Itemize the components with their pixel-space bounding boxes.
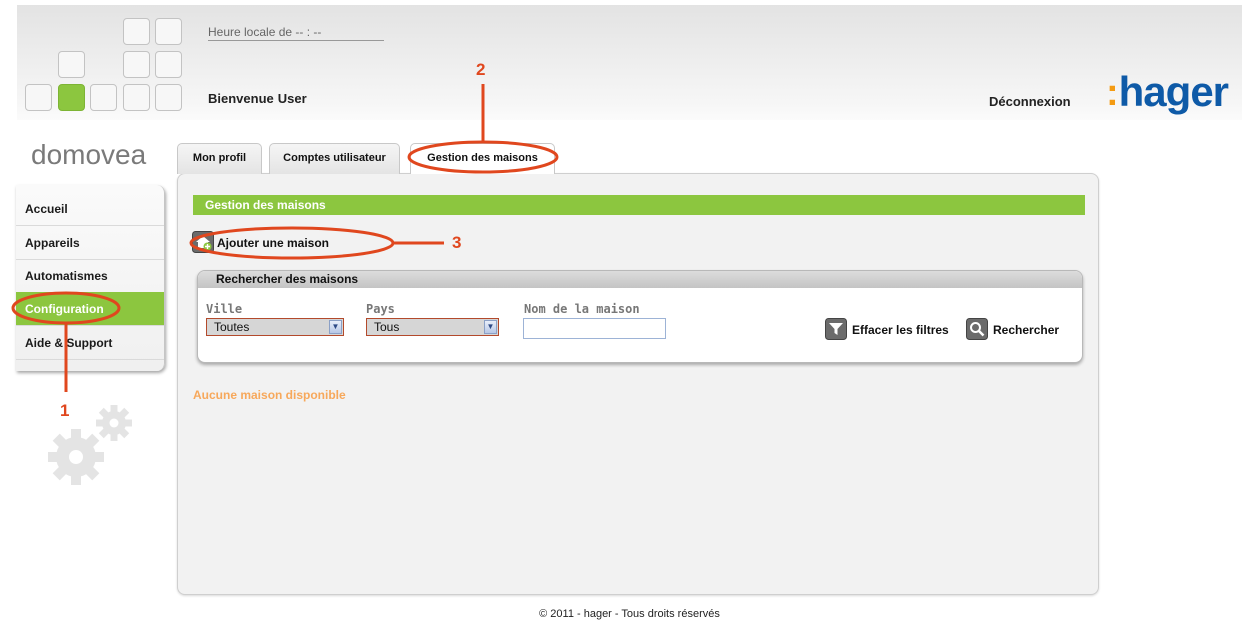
tab-mon-profil[interactable]: Mon profil	[177, 143, 262, 174]
logo-square	[123, 51, 150, 78]
sidebar-item-aide-support[interactable]: Aide & Support	[16, 326, 164, 360]
logo-square	[123, 84, 150, 111]
welcome-message: Bienvenue User	[208, 91, 307, 106]
logo-square-active	[58, 84, 85, 111]
logo-square	[155, 18, 182, 45]
sidebar-item-automatismes[interactable]: Automatismes	[16, 259, 164, 293]
search-icon	[966, 318, 988, 340]
tab-comptes-utilisateur[interactable]: Comptes utilisateur	[269, 143, 400, 174]
search-houses-panel: Rechercher des maisons	[197, 270, 1083, 363]
sidebar-item-appareils[interactable]: Appareils	[16, 226, 164, 260]
search-button-label: Rechercher	[993, 323, 1060, 337]
filter-icon	[825, 318, 847, 340]
sidebar: Accueil Appareils Automatismes Configura…	[16, 185, 165, 371]
add-house-label: Ajouter une maison	[217, 236, 330, 250]
chevron-down-icon: ▼	[329, 320, 342, 334]
logo-square	[155, 51, 182, 78]
search-houses-title: Rechercher des maisons	[198, 271, 1082, 288]
logo-square	[90, 84, 117, 111]
country-label: Pays	[366, 302, 395, 316]
welcome-text: Bienvenue	[208, 91, 274, 106]
logo-square	[58, 51, 85, 78]
logo-square	[25, 84, 52, 111]
sidebar-item-accueil[interactable]: Accueil	[16, 192, 164, 226]
annotation-number-3: 3	[452, 233, 462, 252]
page: Heure locale de -- : -- Bienvenue User Dé…	[0, 0, 1259, 623]
local-time-underline	[208, 40, 384, 41]
annotation-number-1: 1	[60, 401, 70, 420]
username: User	[277, 91, 307, 106]
annotation-number-2: 2	[476, 60, 486, 79]
city-select[interactable]: Toutes ▼	[206, 318, 344, 336]
sidebar-item-configuration[interactable]: Configuration	[16, 292, 164, 326]
logo-square	[123, 18, 150, 45]
house-name-label: Nom de la maison	[524, 302, 640, 316]
gears-icon	[48, 405, 132, 485]
clear-filters-label: Effacer les filtres	[852, 323, 949, 337]
section-title-bar: Gestion des maisons	[193, 195, 1085, 215]
empty-state-message: Aucune maison disponible	[193, 388, 346, 402]
footer-copyright: © 2011 - hager - Tous droits réservés	[539, 608, 720, 620]
local-time-label: Heure locale de -- : --	[208, 25, 322, 39]
domovea-brand: domovea	[31, 139, 147, 170]
logout-link[interactable]: Déconnexion	[989, 94, 1071, 109]
chevron-down-icon: ▼	[484, 320, 497, 334]
logo-square	[155, 84, 182, 111]
tab-gestion-des-maisons[interactable]: Gestion des maisons	[410, 143, 555, 174]
add-house-icon	[192, 231, 214, 253]
house-name-input[interactable]	[523, 318, 666, 339]
city-label: Ville	[206, 302, 243, 316]
hager-logo: :hager	[1106, 68, 1229, 115]
country-select[interactable]: Tous ▼	[366, 318, 499, 336]
